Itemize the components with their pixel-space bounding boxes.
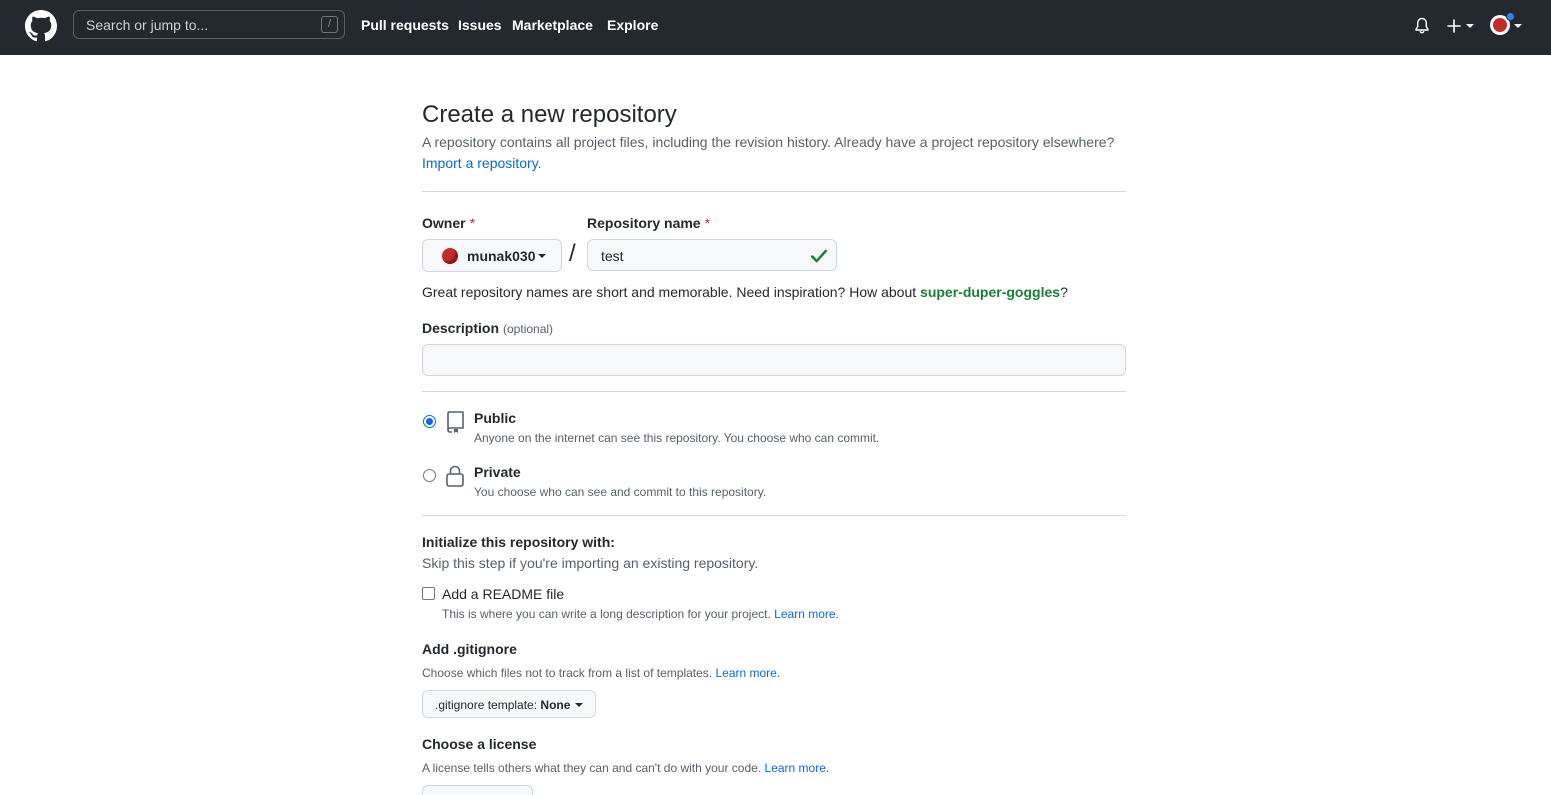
- gitignore-description: Choose which files not to track from a l…: [422, 666, 781, 680]
- bell-icon[interactable]: [1414, 17, 1430, 35]
- new-repo-form: Create a new repository A repository con…: [422, 0, 1126, 795]
- readme-checkbox[interactable]: [422, 587, 435, 600]
- public-title: Public: [474, 410, 517, 426]
- readme-label[interactable]: Add a README file: [442, 586, 564, 602]
- search-placeholder: Search or jump to...: [86, 17, 209, 33]
- plus-caret-icon[interactable]: [1466, 24, 1474, 28]
- owner-repo-separator: /: [569, 240, 576, 267]
- private-radio[interactable]: [423, 469, 436, 482]
- public-radio[interactable]: [423, 415, 436, 428]
- chevron-down-icon: [575, 703, 583, 707]
- required-marker: *: [704, 215, 711, 231]
- owner-value: munak030: [467, 248, 536, 264]
- check-icon: [811, 249, 827, 263]
- name-suggestion-link[interactable]: super-duper-goggles: [920, 284, 1060, 300]
- init-description: Skip this step if you're importing an ex…: [422, 555, 759, 571]
- description-input[interactable]: [422, 344, 1126, 376]
- init-title: Initialize this repository with:: [422, 534, 615, 550]
- search-shortcut-key: /: [321, 16, 338, 33]
- repo-name-value: test: [601, 248, 624, 264]
- repo-name-label: Repository name *: [587, 215, 711, 231]
- owner-avatar: [442, 248, 458, 264]
- divider: [422, 391, 1126, 392]
- readme-description: This is where you can write a long descr…: [442, 607, 839, 621]
- license-title: Choose a license: [422, 736, 537, 752]
- owner-label: Owner *: [422, 215, 476, 231]
- github-logo-icon[interactable]: [25, 10, 57, 42]
- private-title: Private: [474, 464, 521, 480]
- avatar-caret-icon[interactable]: [1514, 24, 1522, 28]
- import-repository-link[interactable]: Import a repository.: [422, 155, 542, 171]
- required-marker: *: [469, 215, 476, 231]
- page-subtitle: A repository contains all project files,…: [422, 134, 1115, 150]
- gitignore-title: Add .gitignore: [422, 641, 517, 657]
- description-label: Description (optional): [422, 320, 554, 336]
- license-description: A license tells others what they can and…: [422, 761, 830, 775]
- gitignore-learn-more-link[interactable]: Learn more.: [715, 666, 780, 680]
- repo-icon: [447, 411, 464, 433]
- gitignore-template-select[interactable]: .gitignore template: None: [422, 690, 596, 718]
- owner-select-button[interactable]: munak030: [422, 239, 562, 272]
- divider: [422, 515, 1126, 516]
- search-input[interactable]: Search or jump to... /: [73, 10, 345, 39]
- license-learn-more-link[interactable]: Learn more.: [765, 761, 830, 775]
- lock-icon: [446, 465, 464, 487]
- divider: [422, 191, 1126, 192]
- license-select[interactable]: [422, 785, 533, 795]
- notification-dot-icon: [1506, 12, 1515, 21]
- page-title: Create a new repository: [422, 101, 677, 128]
- repo-name-input[interactable]: test: [587, 239, 837, 271]
- readme-learn-more-link[interactable]: Learn more.: [774, 607, 839, 621]
- private-description: You choose who can see and commit to thi…: [474, 485, 767, 499]
- chevron-down-icon: [538, 254, 546, 258]
- public-description: Anyone on the internet can see this repo…: [474, 431, 880, 445]
- plus-icon[interactable]: [1446, 18, 1462, 34]
- repo-name-hint: Great repository names are short and mem…: [422, 284, 1068, 300]
